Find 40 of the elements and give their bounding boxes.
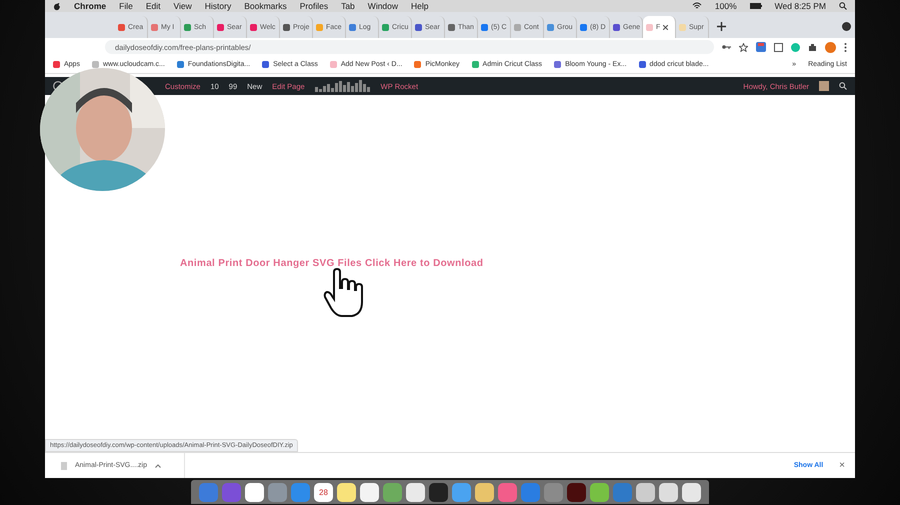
app-icon[interactable] xyxy=(475,482,494,502)
app-icon[interactable] xyxy=(429,482,448,502)
close-tab-icon[interactable] xyxy=(663,24,668,30)
avatar-icon[interactable] xyxy=(825,42,836,52)
app-icon[interactable] xyxy=(636,482,655,502)
menu-item[interactable]: History xyxy=(204,1,232,11)
close-button[interactable]: × xyxy=(839,460,845,471)
profile-icon[interactable] xyxy=(842,22,851,31)
battery-icon[interactable] xyxy=(750,3,762,9)
file-icon xyxy=(61,462,67,470)
menu-item[interactable]: Edit xyxy=(146,1,160,11)
chevron-up-icon[interactable] xyxy=(154,464,161,468)
menu-item[interactable]: Bookmarks xyxy=(244,1,287,11)
menu-item[interactable]: View xyxy=(173,1,192,11)
menu-item[interactable]: Profiles xyxy=(300,1,328,11)
app-icon[interactable] xyxy=(337,482,356,502)
star-icon[interactable] xyxy=(739,42,748,52)
battery-percentage: 100% xyxy=(714,1,737,11)
calendar-icon[interactable]: 28 xyxy=(314,482,333,502)
new-tab-icon[interactable] xyxy=(717,22,726,31)
app-icon[interactable] xyxy=(567,482,586,502)
menu-item[interactable]: Window xyxy=(368,1,398,11)
menu-item[interactable]: File xyxy=(119,1,133,11)
puzzle-icon[interactable] xyxy=(808,42,817,52)
search-icon[interactable] xyxy=(839,2,847,10)
more-icon[interactable] xyxy=(844,42,847,52)
apple-icon[interactable] xyxy=(53,2,61,10)
app-icon[interactable] xyxy=(682,482,701,502)
menu-item[interactable]: Chrome xyxy=(74,1,106,11)
key-icon[interactable] xyxy=(722,44,731,50)
menu-item[interactable]: Help xyxy=(411,1,429,11)
menu-item[interactable]: Tab xyxy=(341,1,355,11)
app-icon[interactable] xyxy=(360,482,379,502)
wifi-icon[interactable] xyxy=(692,2,702,10)
activity-graph-icon[interactable] xyxy=(314,80,371,92)
menu-clock[interactable]: Wed 8:25 PM xyxy=(774,1,826,11)
app-icon[interactable] xyxy=(590,482,609,502)
app-icon[interactable] xyxy=(245,482,264,502)
app-icon[interactable] xyxy=(659,482,678,502)
app-icon[interactable] xyxy=(406,482,425,502)
